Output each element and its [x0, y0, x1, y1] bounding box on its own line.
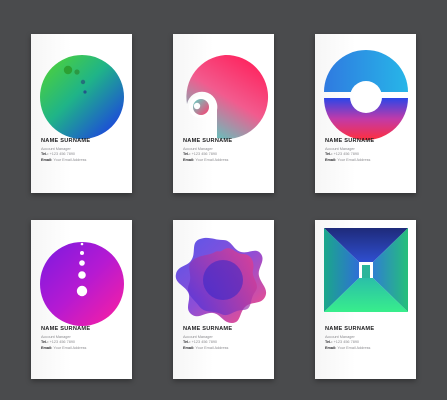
planet-graphic-icon: [40, 55, 124, 139]
card-email: Email: Your Email Address: [325, 157, 371, 162]
card-name: NAME SURNAME: [183, 138, 233, 144]
card-email: Email: Your Email Address: [183, 345, 229, 350]
tunnel-square-graphic-icon: [324, 228, 408, 312]
business-card-6: NAME SURNAME Account Manager Tel.: +123 …: [315, 220, 416, 379]
card-contact-block: NAME SURNAME Account Manager Tel.: +123 …: [41, 326, 129, 351]
card-name: NAME SURNAME: [325, 138, 375, 144]
business-card-5: NAME SURNAME Account Manager Tel.: +123 …: [173, 220, 274, 379]
business-card-3: NAME SURNAME Account Manager Tel.: +123 …: [315, 34, 416, 193]
split-ring-graphic-icon: [324, 50, 408, 140]
card-contact-block: NAME SURNAME Account Manager Tel.: +123 …: [325, 326, 413, 351]
card-email: Email: Your Email Address: [41, 157, 87, 162]
business-card-1: NAME SURNAME Account Manager Tel.: +123 …: [31, 34, 132, 193]
card-name: NAME SURNAME: [41, 138, 91, 144]
dots-column-graphic-icon: [40, 242, 124, 326]
card-email: Email: Your Email Address: [41, 345, 87, 350]
card-email: Email: Your Email Address: [183, 157, 229, 162]
card-email: Email: Your Email Address: [325, 345, 371, 350]
wavy-flower-graphic-icon: [175, 237, 267, 323]
business-card-4: NAME SURNAME Account Manager Tel.: +123 …: [31, 220, 132, 379]
card-contact-block: NAME SURNAME Account Manager Tel.: +123 …: [183, 138, 271, 163]
cutout-circle-graphic-icon: [186, 54, 269, 139]
card-name: NAME SURNAME: [41, 326, 91, 332]
card-contact-block: NAME SURNAME Account Manager Tel.: +123 …: [183, 326, 271, 351]
card-name: NAME SURNAME: [325, 326, 375, 332]
business-card-2: NAME SURNAME Account Manager Tel.: +123 …: [173, 34, 274, 193]
card-contact-block: NAME SURNAME Account Manager Tel.: +123 …: [325, 138, 413, 163]
card-name: NAME SURNAME: [183, 326, 233, 332]
card-contact-block: NAME SURNAME Account Manager Tel.: +123 …: [41, 138, 129, 163]
